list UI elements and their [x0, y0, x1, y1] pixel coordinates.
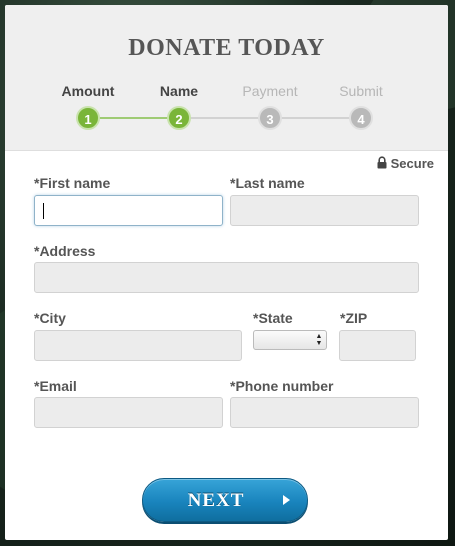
- step-label-payment: Payment: [242, 83, 298, 99]
- step-circle-3: 3: [258, 106, 282, 130]
- email-label: *Email: [34, 378, 77, 394]
- first-name-input[interactable]: [35, 196, 222, 225]
- phone-field[interactable]: [230, 397, 419, 428]
- address-input[interactable]: [35, 263, 418, 292]
- form-header: DONATE TODAY Amount Name Payment Submit …: [5, 5, 448, 151]
- first-name-field[interactable]: [34, 195, 223, 226]
- step-circle-1: 1: [76, 106, 100, 130]
- lock-icon: [377, 156, 387, 169]
- select-arrows-icon: ▲ ▼: [315, 333, 323, 347]
- city-input[interactable]: [35, 331, 241, 360]
- address-field[interactable]: [34, 262, 419, 293]
- step-label-amount: Amount: [61, 83, 115, 99]
- next-button-label: NEXT: [187, 490, 245, 511]
- email-input[interactable]: [35, 398, 222, 427]
- step-connector: [280, 117, 351, 119]
- secure-label: Secure: [390, 156, 434, 171]
- city-field[interactable]: [34, 330, 242, 361]
- step-label-name: Name: [159, 83, 199, 99]
- last-name-input[interactable]: [231, 196, 418, 225]
- zip-field[interactable]: [339, 330, 416, 361]
- step-connector: [98, 117, 169, 119]
- form-title: DONATE TODAY: [128, 35, 325, 61]
- step-circle-2: 2: [167, 106, 191, 130]
- donation-form-card: DONATE TODAY Amount Name Payment Submit …: [5, 5, 448, 540]
- step-connector: [189, 117, 260, 119]
- text-cursor: [43, 203, 44, 219]
- step-circle-4: 4: [349, 106, 373, 130]
- last-name-field[interactable]: [230, 195, 419, 226]
- last-name-label: *Last name: [230, 175, 305, 191]
- city-label: *City: [34, 310, 66, 326]
- step-label-submit: Submit: [339, 83, 383, 99]
- zip-label: *ZIP: [340, 310, 368, 326]
- phone-label: *Phone number: [230, 378, 334, 394]
- next-button[interactable]: NEXT: [142, 478, 308, 522]
- secure-indicator: Secure: [377, 156, 434, 171]
- phone-input[interactable]: [231, 398, 418, 427]
- chevron-right-icon: [283, 495, 290, 505]
- state-select[interactable]: ▲ ▼: [253, 330, 327, 350]
- email-field[interactable]: [34, 397, 223, 428]
- first-name-label: *First name: [34, 175, 111, 191]
- address-label: *Address: [34, 243, 96, 259]
- zip-input[interactable]: [340, 331, 415, 360]
- state-label: *State: [253, 310, 293, 326]
